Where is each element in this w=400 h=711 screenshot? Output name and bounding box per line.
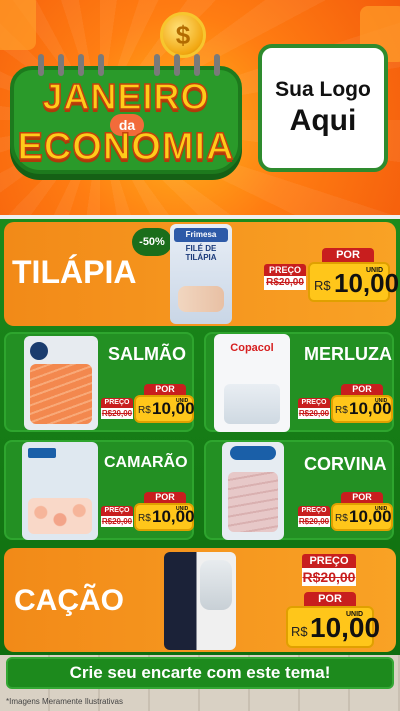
camarao-new-label: POR (144, 492, 186, 503)
featured-name: TILÁPIA (12, 254, 137, 290)
merluza-unit: UNID (375, 398, 388, 404)
featured-old-label: PREÇO (264, 264, 306, 276)
corvina-currency: R$ (335, 513, 348, 524)
footnote: *Imagens Meramente Ilustrativas (6, 697, 123, 706)
coin-icon: $ (160, 12, 206, 58)
camarao-package-image (22, 442, 98, 540)
logo-line2: Aqui (289, 104, 357, 137)
header-banner: $ JANEIRO da ECONOMIA Sua Logo Aqui (0, 0, 400, 215)
cacao-unit: UNID (346, 611, 364, 618)
salmao-price-box: R$ 10,00 UNID (134, 395, 195, 423)
logo-line1: Sua Logo (275, 78, 371, 101)
package-title: FILÉ DE TILÁPIA (185, 244, 217, 262)
fish-fillet-icon (224, 384, 280, 424)
camarao-old-label: PREÇO (101, 506, 133, 516)
corvina-old-label: PREÇO (298, 506, 330, 516)
salmon-package-image (24, 336, 98, 430)
merluza-currency: R$ (335, 405, 348, 416)
cacao-new-label: POR (304, 592, 356, 606)
salmao-old-label: PREÇO (101, 398, 133, 408)
featured-new-label: POR (322, 248, 374, 262)
salmon-fillet-icon (30, 364, 92, 424)
package-brand: Frimesa (174, 228, 228, 242)
camarao-price-box: R$ 10,00 UNID (134, 503, 195, 531)
salmao-currency: R$ (138, 405, 151, 416)
merluza-old-price: R$20,00 (298, 408, 330, 419)
product-name-salmao: SALMÃO (108, 344, 186, 364)
featured-old-price: R$20,00 (264, 276, 306, 290)
salmao-old-price: R$20,00 (101, 408, 133, 419)
brand-seal-icon (30, 342, 48, 360)
featured-price-box: R$ 10,00 UNID (308, 262, 399, 302)
cacao-old-price: R$20,00 (302, 568, 356, 586)
product-name-merluza: MERLUZA (304, 344, 392, 364)
cacao-currency: R$ (291, 624, 308, 639)
salmao-unit: UNID (176, 398, 189, 404)
fish-steak-icon (200, 560, 232, 610)
camarao-old-price: R$20,00 (101, 516, 133, 527)
featured-unit: UNID (366, 267, 384, 274)
title-line2: ECONOMIA (17, 125, 235, 169)
camarao-currency: R$ (138, 513, 151, 524)
title-board: JANEIRO da ECONOMIA (10, 54, 242, 174)
product-name-camarao: CAMARÃO (104, 454, 188, 471)
product-name-corvina: CORVINA (304, 454, 387, 474)
corvina-price-box: R$ 10,00 UNID (331, 503, 393, 531)
brand-label-icon (28, 448, 56, 458)
title-line1: JANEIRO (42, 75, 210, 118)
cacao-price-box: R$ 10,00 UNID (286, 606, 380, 648)
product-name-cacao: CAÇÃO (14, 584, 124, 617)
fish-fillet-icon (178, 286, 224, 312)
logo-placeholder[interactable]: Sua Logo Aqui (258, 44, 388, 172)
cacao-old-label: PREÇO (302, 554, 356, 568)
calculator-deco-icon (0, 0, 36, 50)
merluza-brand: Copacol (230, 342, 274, 354)
cta-banner[interactable]: Crie seu encarte com este tema! (6, 657, 394, 689)
corvina-unit: UNID (375, 506, 388, 512)
corvina-old-price: R$20,00 (298, 516, 330, 527)
brand-label-icon (230, 446, 276, 460)
discount-badge: -50% (132, 228, 172, 256)
shrimp-icon (28, 498, 92, 534)
camarao-unit: UNID (176, 506, 189, 512)
cacao-package-image (164, 552, 236, 650)
tilapia-package-image: Frimesa FILÉ DE TILÁPIA (170, 224, 232, 324)
corvina-new-label: POR (341, 492, 383, 503)
merluza-old-label: PREÇO (298, 398, 330, 408)
merluza-new-label: POR (341, 384, 383, 395)
merluza-price-box: R$ 10,00 UNID (331, 395, 393, 423)
merluza-package-image: Copacol (214, 334, 290, 432)
fish-fillet-icon (228, 472, 278, 532)
featured-currency: R$ (314, 278, 331, 293)
corvina-package-image (222, 442, 284, 540)
salmao-new-label: POR (144, 384, 186, 395)
